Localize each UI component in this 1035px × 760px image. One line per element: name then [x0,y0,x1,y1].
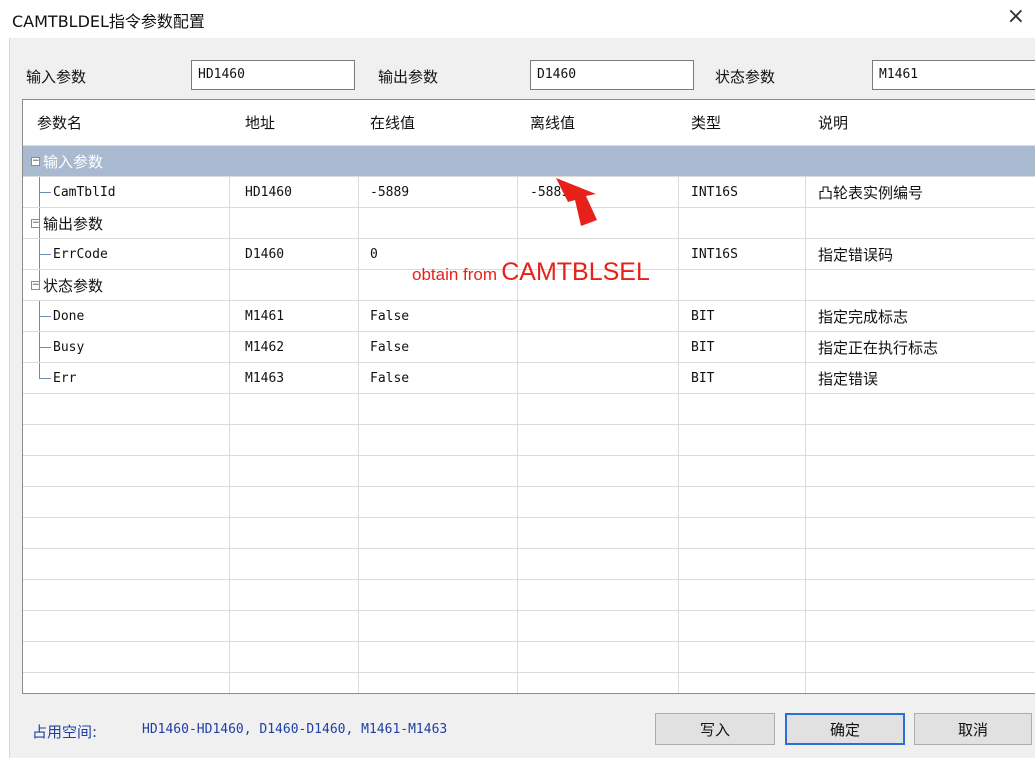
input-param-field[interactable]: HD1460 [191,60,355,90]
table-row[interactable]: Done M1461 False BIT 指定完成标志 [23,301,1035,332]
collapse-icon[interactable]: − [31,281,40,290]
write-button[interactable]: 写入 [655,713,775,745]
param-offline[interactable]: -5889 [530,177,569,207]
status-param-field[interactable]: M1461 [872,60,1035,90]
close-icon[interactable]: × [1007,4,1025,29]
collapse-icon[interactable]: − [31,219,40,228]
param-online[interactable]: False [370,332,409,362]
header-address[interactable]: 地址 [245,100,275,145]
header-description[interactable]: 说明 [818,100,848,145]
param-name: Busy [53,339,85,355]
param-type: INT16S [691,246,738,262]
table-row[interactable]: Busy M1462 False BIT 指定正在执行标志 [23,332,1035,363]
param-online[interactable]: False [370,363,409,393]
table-row[interactable]: CamTblId HD1460 -5889 -5889 INT16S 凸轮表实例… [23,177,1035,208]
param-address: M1463 [245,370,285,386]
param-desc: 指定错误 [818,369,879,388]
dialog-body: 输入参数 HD1460 输出参数 D1460 状态参数 M1461 参数名 地址… [9,38,1035,758]
tree-group-output[interactable]: − 输出参数 [23,208,1035,239]
param-name: Done [53,308,85,324]
param-desc: 指定完成标志 [818,307,909,326]
param-table: 参数名 地址 在线值 离线值 类型 说明 − 输入参数 CamTblId HD1… [22,99,1035,694]
param-desc: 凸轮表实例编号 [818,183,924,202]
param-type: BIT [691,308,715,324]
tree-group-input[interactable]: − 输入参数 [23,146,1035,177]
param-name: Err [53,370,77,386]
window-title: CAMTBLDEL指令参数配置 [12,12,205,31]
param-desc: 指定正在执行标志 [818,338,939,357]
param-online[interactable]: -5889 [370,177,409,207]
param-desc: 指定错误码 [818,245,894,264]
header-online-value[interactable]: 在线值 [370,100,415,145]
header-name[interactable]: 参数名 [37,100,82,145]
param-name: ErrCode [53,246,108,262]
table-header: 参数名 地址 在线值 离线值 类型 说明 [23,100,1035,146]
output-param-label: 输出参数 [378,68,439,86]
input-param-label: 输入参数 [26,68,87,86]
occupied-space-label: 占用空间: [32,723,98,741]
param-online[interactable]: False [370,301,409,331]
annotation-highlight: CAMTBLSEL [501,258,650,286]
annotation-prefix: obtain from [412,265,498,284]
param-address: D1460 [245,246,285,262]
param-type: BIT [691,370,715,386]
annotation-text: obtain from CAMTBLSEL [412,258,650,287]
param-address: M1461 [245,308,285,324]
occupied-space-value: HD1460-HD1460, D1460-D1460, M1461-M1463 [142,722,448,737]
group-label: 状态参数 [43,276,104,295]
group-label: 输入参数 [43,152,104,171]
param-name: CamTblId [53,184,116,200]
ok-button[interactable]: 确定 [785,713,905,745]
param-address: M1462 [245,339,285,355]
param-online[interactable]: 0 [370,239,378,269]
param-type: BIT [691,339,715,355]
header-offline-value[interactable]: 离线值 [530,100,575,145]
table-row[interactable]: Err M1463 False BIT 指定错误 [23,363,1035,394]
collapse-icon[interactable]: − [31,157,40,166]
group-label: 输出参数 [43,214,104,233]
output-param-field[interactable]: D1460 [530,60,694,90]
header-type[interactable]: 类型 [691,100,721,145]
footer: 占用空间: HD1460-HD1460, D1460-D1460, M1461-… [10,698,1035,758]
param-type: INT16S [691,184,738,200]
param-row: 输入参数 HD1460 输出参数 D1460 状态参数 M1461 [10,38,1035,96]
status-param-label: 状态参数 [715,68,776,86]
cancel-button[interactable]: 取消 [914,713,1032,745]
title-bar: CAMTBLDEL指令参数配置 × [0,0,1035,38]
param-address: HD1460 [245,184,292,200]
